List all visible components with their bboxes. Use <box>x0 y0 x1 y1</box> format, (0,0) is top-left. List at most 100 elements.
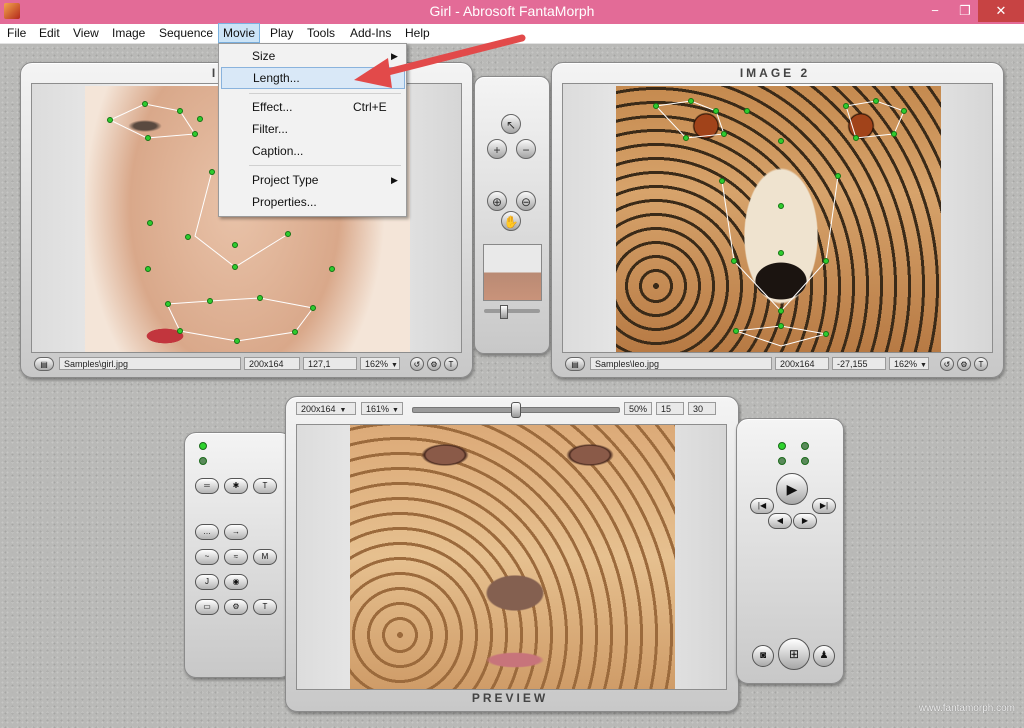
key-point[interactable] <box>721 131 727 137</box>
last-frame-button[interactable]: ▶| <box>812 498 836 514</box>
menu-movie[interactable]: Movie <box>218 23 261 43</box>
key-point[interactable] <box>713 108 719 114</box>
menu-item-project-type[interactable]: Project Type ▶ <box>221 170 403 190</box>
image1-text-icon[interactable]: T <box>444 357 458 371</box>
remove-point-icon[interactable]: − <box>516 139 536 159</box>
key-point[interactable] <box>232 264 238 270</box>
key-point[interactable] <box>835 173 841 179</box>
key-point[interactable] <box>653 103 659 109</box>
key-point[interactable] <box>177 108 183 114</box>
warp-curve-button[interactable]: ≈ <box>224 549 248 565</box>
menu-tools[interactable]: Tools <box>303 24 339 42</box>
mask-button[interactable]: J <box>195 574 219 590</box>
menu-item-properties[interactable]: Properties... <box>221 192 403 212</box>
key-point[interactable] <box>285 231 291 237</box>
key-point[interactable] <box>901 108 907 114</box>
preview-progress-handle[interactable] <box>511 402 521 418</box>
thumbnail-preview[interactable] <box>483 244 542 301</box>
thumbnail-slider-track[interactable] <box>484 309 540 313</box>
close-button[interactable]: ✕ <box>978 0 1024 22</box>
filter-button[interactable]: ✱ <box>224 478 248 494</box>
key-point[interactable] <box>207 298 213 304</box>
key-point[interactable] <box>147 220 153 226</box>
menu-file[interactable]: File <box>3 24 30 42</box>
key-point[interactable] <box>234 338 240 344</box>
preview-fps[interactable]: 30 <box>688 402 716 415</box>
key-point[interactable] <box>145 135 151 141</box>
pan-hand-icon[interactable]: ✋ <box>501 211 521 231</box>
thumbnail-slider-handle[interactable] <box>500 305 508 319</box>
key-point[interactable] <box>192 131 198 137</box>
next-step-button[interactable]: → <box>224 524 248 540</box>
key-point[interactable] <box>142 101 148 107</box>
image2-photo[interactable] <box>616 86 941 352</box>
publish-icon[interactable]: ♟ <box>813 645 835 667</box>
key-point[interactable] <box>778 250 784 256</box>
key-point[interactable] <box>209 169 215 175</box>
key-point[interactable] <box>310 305 316 311</box>
first-frame-button[interactable]: |◀ <box>750 498 774 514</box>
menu-sequence[interactable]: Sequence <box>155 24 217 42</box>
image2-canvas[interactable] <box>562 83 993 353</box>
fade-curve-button[interactable]: M <box>253 549 277 565</box>
pointer-tool-icon[interactable]: ↖ <box>501 114 521 134</box>
next-frame-button[interactable]: ▶ <box>793 513 817 529</box>
menu-play[interactable]: Play <box>266 24 297 42</box>
zoom-out-icon[interactable]: ⊖ <box>516 191 536 211</box>
preview-frame-count[interactable]: 15 <box>656 402 684 415</box>
maximize-button[interactable]: ❐ <box>950 0 980 22</box>
add-point-icon[interactable]: + <box>487 139 507 159</box>
key-point[interactable] <box>329 266 335 272</box>
text-overlay-button[interactable]: T <box>253 599 277 615</box>
layer-button[interactable]: ▭ <box>195 599 219 615</box>
key-point[interactable] <box>107 117 113 123</box>
key-point[interactable] <box>197 116 203 122</box>
key-point[interactable] <box>177 328 183 334</box>
play-button[interactable]: ▶ <box>776 473 808 505</box>
menu-view[interactable]: View <box>69 24 103 42</box>
menu-item-caption[interactable]: Caption... <box>221 141 403 161</box>
preview-canvas[interactable] <box>296 424 727 690</box>
image2-open-icon[interactable]: ▤ <box>565 357 585 371</box>
key-point[interactable] <box>778 323 784 329</box>
key-point[interactable] <box>719 178 725 184</box>
key-point[interactable] <box>145 266 151 272</box>
key-point[interactable] <box>232 242 238 248</box>
preview-size-select[interactable]: 200x164 ▼ <box>296 402 356 415</box>
key-point[interactable] <box>683 135 689 141</box>
morph-curve-button[interactable]: ~ <box>195 549 219 565</box>
options-gear-button[interactable]: ⚙ <box>224 599 248 615</box>
preview-zoom-select[interactable]: 161% ▼ <box>361 402 403 415</box>
key-point[interactable] <box>744 108 750 114</box>
key-point[interactable] <box>823 258 829 264</box>
key-point[interactable] <box>843 103 849 109</box>
menu-image[interactable]: Image <box>108 24 149 42</box>
caption-button[interactable]: T <box>253 478 277 494</box>
key-point[interactable] <box>778 308 784 314</box>
key-point[interactable] <box>733 328 739 334</box>
image1-zoom-select[interactable]: 162% ▼ <box>360 357 400 370</box>
export-movie-icon[interactable]: ⊞ <box>778 638 810 670</box>
key-point[interactable] <box>165 301 171 307</box>
prev-frame-button[interactable]: ◀ <box>768 513 792 529</box>
sequence-button[interactable]: … <box>195 524 219 540</box>
menu-item-filter[interactable]: Filter... <box>221 119 403 139</box>
key-point[interactable] <box>257 295 263 301</box>
key-point[interactable] <box>731 258 737 264</box>
minimize-button[interactable]: − <box>920 0 950 22</box>
zoom-in-icon[interactable]: ⊕ <box>487 191 507 211</box>
image1-rotate-icon[interactable]: ↺ <box>410 357 424 371</box>
menu-item-effect[interactable]: Effect... Ctrl+E <box>221 97 403 117</box>
image2-settings-icon[interactable]: ⚙ <box>957 357 971 371</box>
key-point[interactable] <box>292 329 298 335</box>
image2-text-icon[interactable]: T <box>974 357 988 371</box>
key-point[interactable] <box>823 331 829 337</box>
key-point[interactable] <box>891 131 897 137</box>
key-point[interactable] <box>778 203 784 209</box>
key-point[interactable] <box>185 234 191 240</box>
key-point[interactable] <box>873 98 879 104</box>
view-eye-button[interactable]: ◉ <box>224 574 248 590</box>
key-point[interactable] <box>688 98 694 104</box>
image1-open-icon[interactable]: ▤ <box>34 357 54 371</box>
key-point[interactable] <box>853 135 859 141</box>
